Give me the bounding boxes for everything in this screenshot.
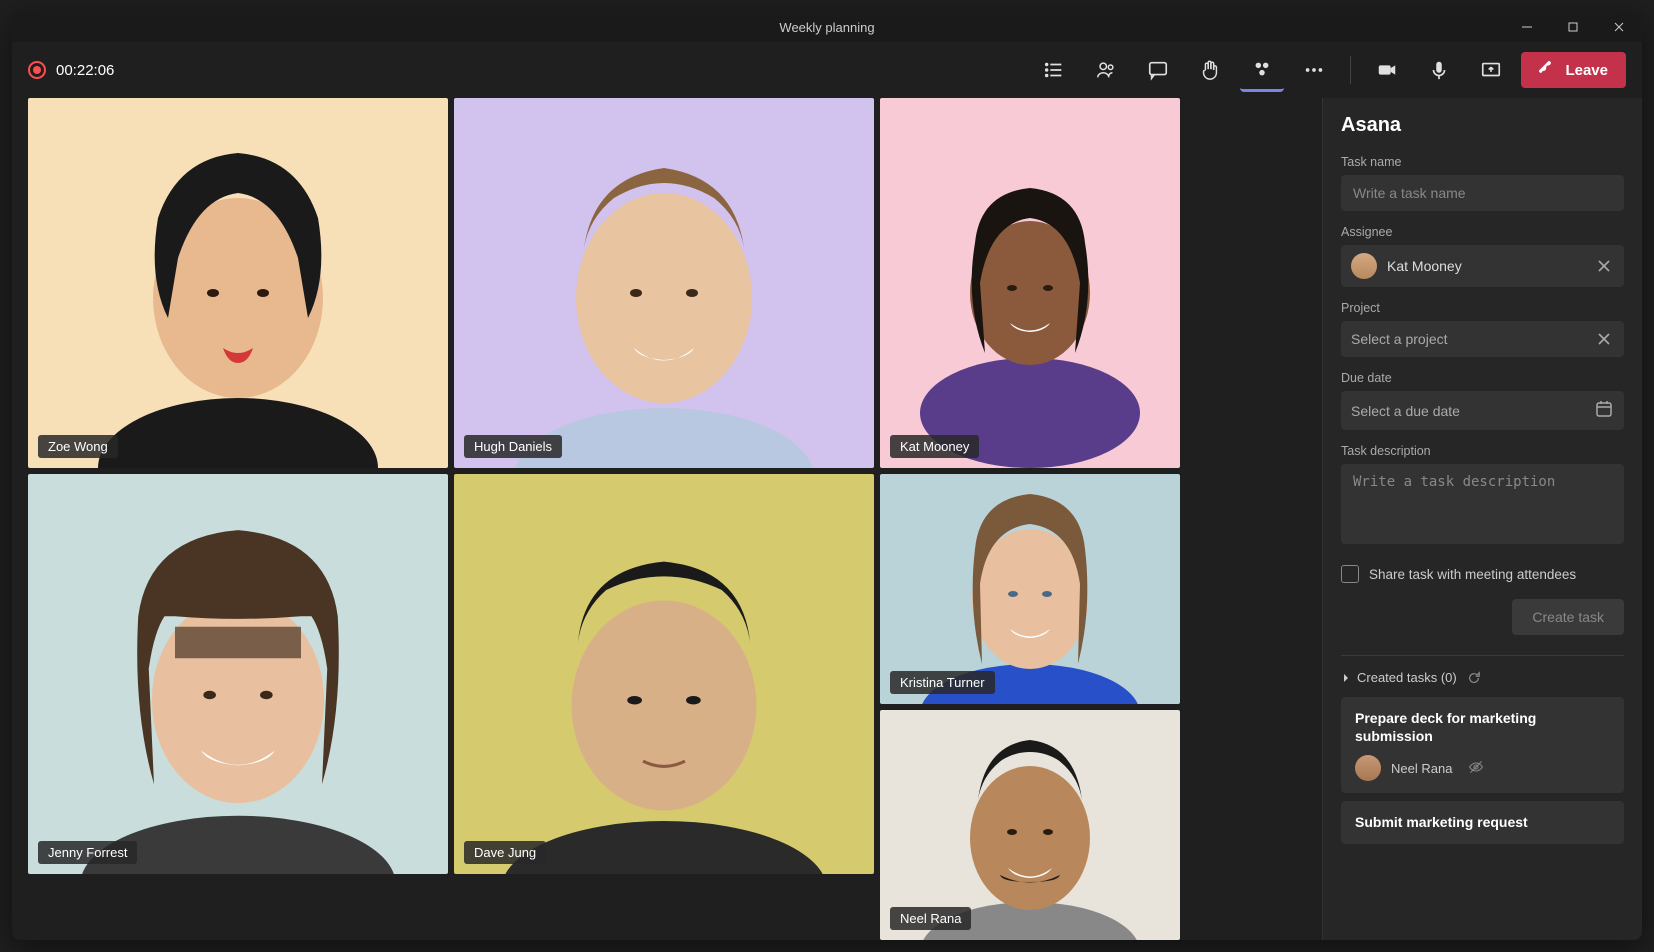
record-icon: [28, 61, 46, 79]
description-label: Task description: [1341, 444, 1624, 458]
toolbar-divider: [1350, 56, 1351, 84]
created-tasks-header[interactable]: Created tasks (0): [1341, 670, 1624, 685]
chat-icon[interactable]: [1136, 48, 1180, 92]
due-date-field[interactable]: Select a due date: [1341, 391, 1624, 430]
description-input[interactable]: [1341, 464, 1624, 544]
maximize-button[interactable]: [1550, 12, 1596, 42]
task-assignee: Neel Rana: [1391, 761, 1452, 776]
participant-name-tag: Kat Mooney: [890, 435, 979, 458]
task-name-input[interactable]: [1341, 175, 1624, 211]
window-title: Weekly planning: [779, 20, 874, 35]
leave-label: Leave: [1565, 62, 1608, 79]
participant-video: [880, 98, 1180, 468]
task-card[interactable]: Prepare deck for marketing submission Ne…: [1341, 697, 1624, 793]
assignee-label: Assignee: [1341, 225, 1624, 239]
video-tile[interactable]: Neel Rana: [880, 710, 1180, 940]
video-tile[interactable]: Hugh Daniels: [454, 98, 874, 468]
camera-icon[interactable]: [1365, 48, 1409, 92]
list-icon[interactable]: [1032, 48, 1076, 92]
share-checkbox-row[interactable]: Share task with meeting attendees: [1341, 565, 1624, 583]
participant-name-tag: Kristina Turner: [890, 671, 995, 694]
video-grid: Zoe Wong Hugh Daniels Kat Mooney Jenny F…: [12, 98, 1322, 940]
separator: [1341, 655, 1624, 656]
close-button[interactable]: [1596, 12, 1642, 42]
more-icon[interactable]: [1292, 48, 1336, 92]
people-icon[interactable]: [1084, 48, 1128, 92]
participant-video: [28, 98, 448, 468]
panel-title: Asana: [1341, 114, 1624, 137]
participant-name-tag: Hugh Daniels: [464, 435, 562, 458]
participant-name-tag: Zoe Wong: [38, 435, 118, 458]
assignee-value: Kat Mooney: [1387, 258, 1462, 274]
participant-name-tag: Dave Jung: [464, 841, 546, 864]
video-tile[interactable]: Zoe Wong: [28, 98, 448, 468]
participant-video: [454, 474, 874, 874]
visibility-off-icon: [1468, 759, 1484, 778]
task-name-label: Task name: [1341, 155, 1624, 169]
minimize-button[interactable]: [1504, 12, 1550, 42]
content-area: Zoe Wong Hugh Daniels Kat Mooney Jenny F…: [12, 98, 1642, 940]
share-screen-icon[interactable]: [1469, 48, 1513, 92]
hangup-icon: [1539, 61, 1557, 79]
chevron-right-icon: [1341, 673, 1351, 683]
clear-icon[interactable]: [1594, 329, 1614, 349]
participant-video: [880, 474, 1180, 704]
task-card[interactable]: Submit marketing request: [1341, 801, 1624, 843]
due-date-placeholder: Select a due date: [1351, 403, 1460, 419]
avatar: [1355, 755, 1381, 781]
task-title: Submit marketing request: [1355, 813, 1610, 831]
microphone-icon[interactable]: [1417, 48, 1461, 92]
share-label: Share task with meeting attendees: [1369, 567, 1576, 582]
meeting-toolbar: 00:22:06 Leave: [12, 42, 1642, 98]
participant-video: [28, 474, 448, 874]
checkbox[interactable]: [1341, 565, 1359, 583]
participant-name-tag: Neel Rana: [890, 907, 971, 930]
recording-timer: 00:22:06: [56, 62, 114, 79]
titlebar: Weekly planning: [12, 12, 1642, 42]
participant-video: [880, 710, 1180, 940]
project-field[interactable]: Select a project: [1341, 321, 1624, 357]
clear-icon[interactable]: [1594, 256, 1614, 276]
participant-video: [454, 98, 874, 468]
project-label: Project: [1341, 301, 1624, 315]
refresh-icon[interactable]: [1467, 671, 1481, 685]
calendar-icon: [1594, 399, 1614, 422]
participant-name-tag: Jenny Forrest: [38, 841, 137, 864]
task-assignee-row: Neel Rana: [1355, 755, 1610, 781]
video-tile[interactable]: Kat Mooney: [880, 98, 1180, 468]
asana-panel: Asana Task name Assignee Kat Mooney Proj…: [1322, 98, 1642, 940]
video-tile[interactable]: Jenny Forrest: [28, 474, 448, 874]
window-controls: [1504, 12, 1642, 42]
due-date-label: Due date: [1341, 371, 1624, 385]
created-tasks-label: Created tasks (0): [1357, 670, 1457, 685]
recording-indicator: 00:22:06: [28, 61, 114, 79]
rooms-icon[interactable]: [1240, 48, 1284, 92]
project-placeholder: Select a project: [1351, 331, 1448, 347]
leave-button[interactable]: Leave: [1521, 52, 1626, 88]
assignee-field[interactable]: Kat Mooney: [1341, 245, 1624, 287]
video-tile[interactable]: Dave Jung: [454, 474, 874, 874]
task-title: Prepare deck for marketing submission: [1355, 709, 1610, 745]
video-tile[interactable]: Kristina Turner: [880, 474, 1180, 704]
avatar: [1351, 253, 1377, 279]
app-window: Weekly planning 00:22:06: [12, 12, 1642, 940]
raise-hand-icon[interactable]: [1188, 48, 1232, 92]
create-task-button[interactable]: Create task: [1512, 599, 1624, 635]
